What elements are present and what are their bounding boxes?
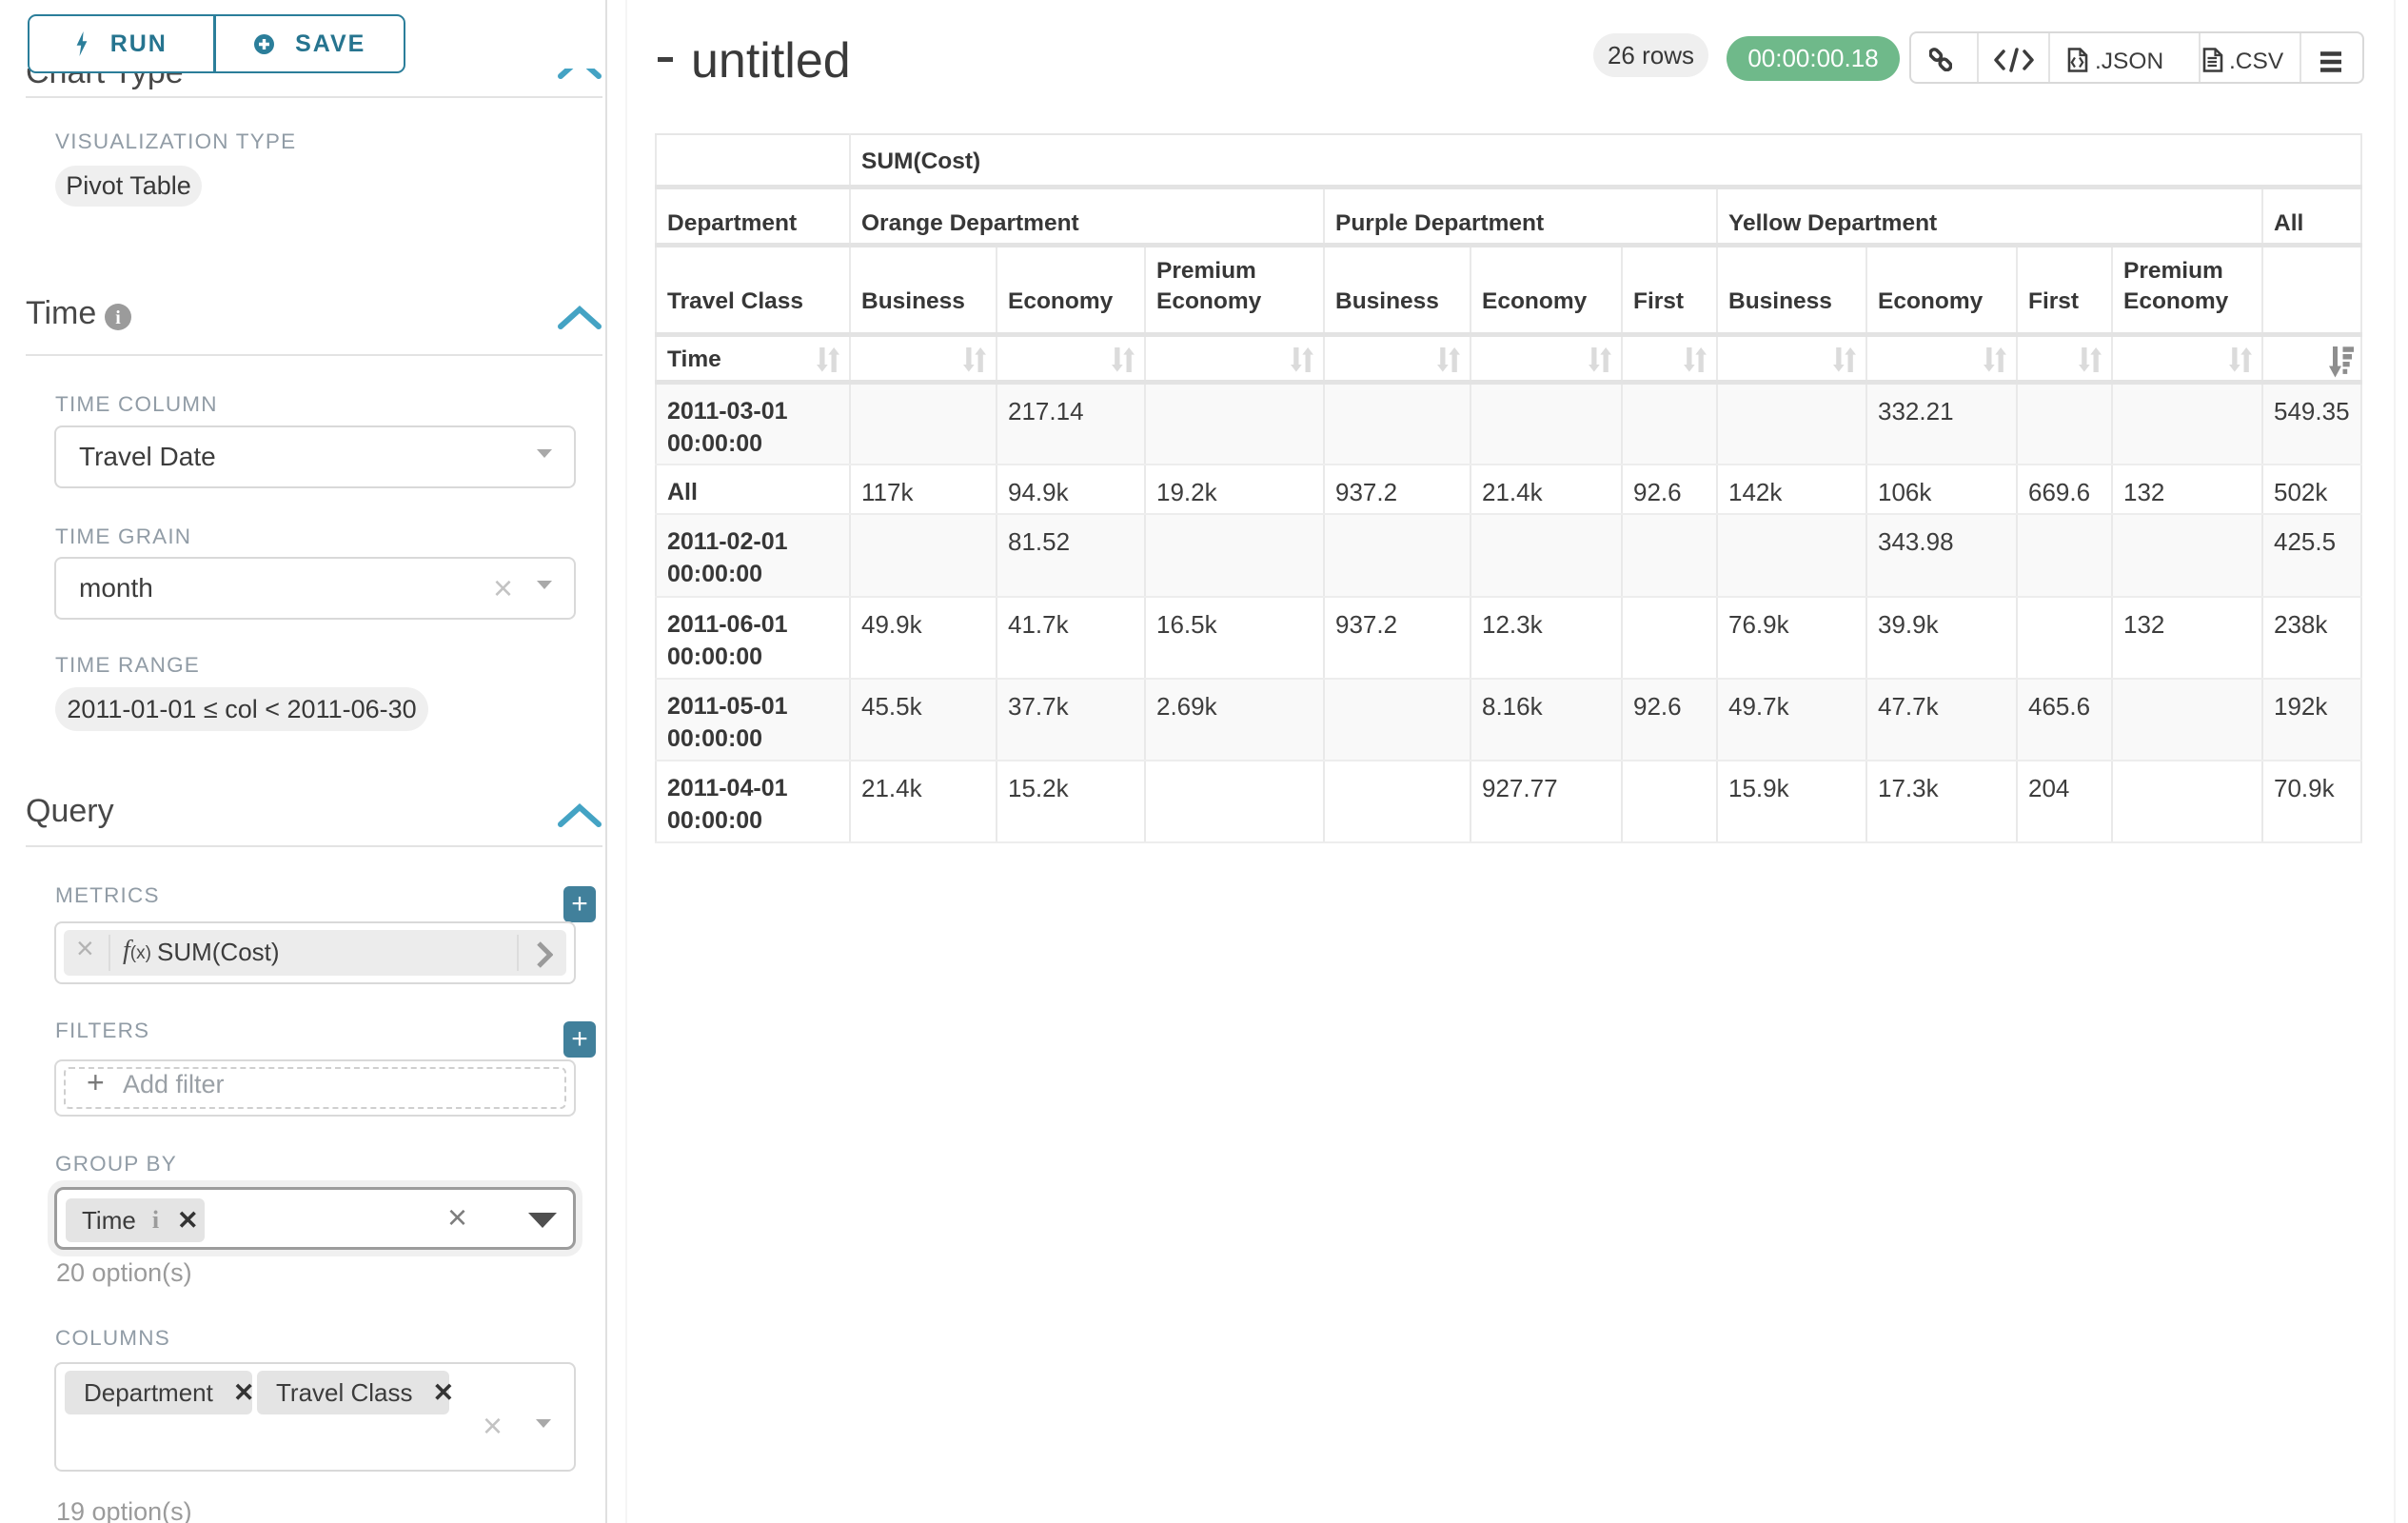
- svg-text:i: i: [115, 307, 121, 328]
